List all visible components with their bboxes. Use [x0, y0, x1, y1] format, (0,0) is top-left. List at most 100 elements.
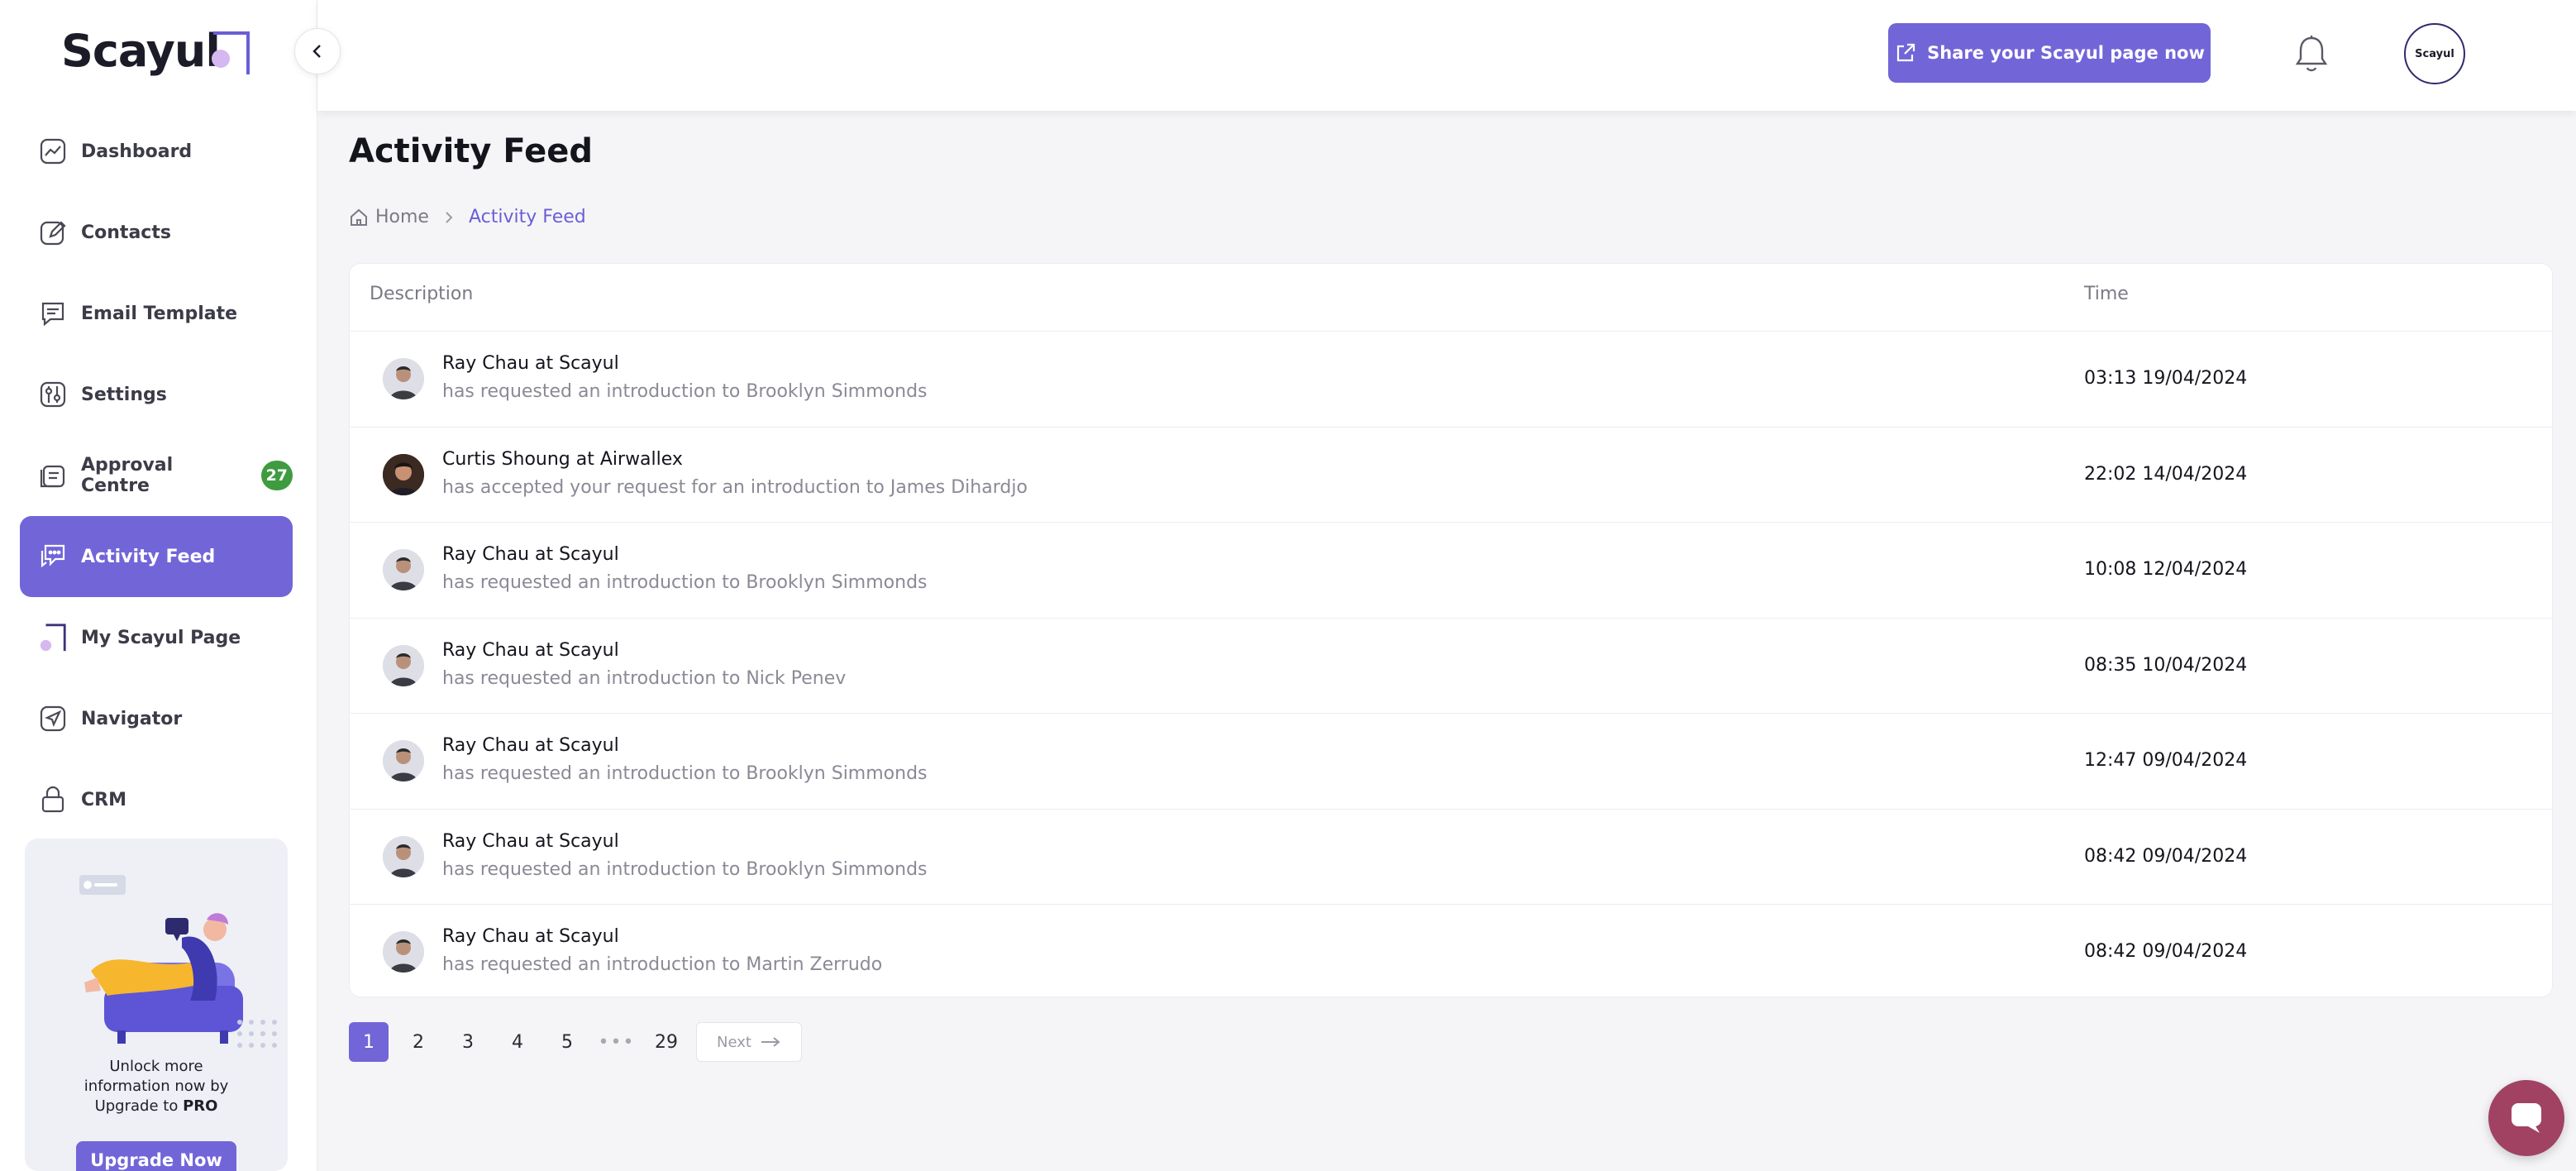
- breadcrumb-home-link[interactable]: Home: [375, 207, 429, 227]
- avatar: [383, 740, 424, 781]
- table-row[interactable]: Ray Chau at Scayul has requested an intro…: [350, 905, 2552, 1001]
- activity-time: 12:47 09/04/2024: [2084, 750, 2248, 771]
- share-scayul-page-button[interactable]: Share your Scayul page now: [1888, 23, 2211, 83]
- brand-logo[interactable]: Scayul: [61, 25, 221, 77]
- sidebar-item-label: Approval Centre: [80, 455, 174, 496]
- table-header: Description Time: [350, 264, 2552, 332]
- avatar: [383, 931, 424, 973]
- avatar-brand-text: Scayul: [2415, 47, 2454, 60]
- table-row[interactable]: Ray Chau at Scayul has requested an intro…: [350, 714, 2552, 810]
- sidebar-item-label: My Scayul Page: [81, 627, 241, 648]
- contacts-icon: [38, 217, 68, 247]
- page-title: Activity Feed: [349, 132, 593, 170]
- navigator-icon: [38, 704, 68, 734]
- pagination: 1 2 3 4 5 ••• 29 Next: [349, 1022, 802, 1062]
- sidebar-item-email-template[interactable]: Email Template: [20, 273, 293, 354]
- table-row[interactable]: Curtis Shoung at Airwallex has accepted y…: [350, 428, 2552, 523]
- avatar: [383, 453, 424, 495]
- activity-feed-icon: [38, 542, 68, 571]
- table-row[interactable]: Ray Chau at Scayul has requested an intro…: [350, 332, 2552, 428]
- avatar: [383, 358, 424, 399]
- sidebar-item-label: Dashboard: [81, 141, 193, 162]
- sidebar-item-activity-feed[interactable]: Activity Feed: [20, 516, 293, 597]
- activity-title: Ray Chau at Scayul: [442, 926, 619, 947]
- activity-description: has requested an introduction to Brookly…: [442, 858, 928, 880]
- activity-description: has requested an introduction to Nick Pe…: [442, 667, 847, 689]
- page-button-last[interactable]: 29: [646, 1022, 686, 1062]
- collapse-sidebar-button[interactable]: [294, 28, 341, 74]
- sidebar-item-approval-centre[interactable]: Approval Centre 27: [20, 435, 293, 516]
- activity-time: 08:42 09/04/2024: [2084, 845, 2248, 867]
- upgrade-now-button[interactable]: Upgrade Now: [76, 1141, 236, 1171]
- scayul-page-icon: [38, 623, 68, 652]
- table-row[interactable]: Ray Chau at Scayul has requested an intro…: [350, 619, 2552, 714]
- page-button-3[interactable]: 3: [448, 1022, 488, 1062]
- chat-support-button[interactable]: [2488, 1080, 2564, 1156]
- chat-icon: [2507, 1098, 2546, 1138]
- user-avatar[interactable]: Scayul: [2404, 23, 2465, 84]
- page-button-1[interactable]: 1: [349, 1022, 389, 1062]
- activity-time: 10:08 12/04/2024: [2084, 559, 2248, 580]
- next-page-button[interactable]: Next: [696, 1022, 802, 1062]
- breadcrumb: Home Activity Feed: [349, 207, 586, 227]
- chevron-left-icon: [308, 42, 327, 60]
- upgrade-line-1: Unlock more: [109, 1058, 203, 1075]
- activity-time: 08:42 09/04/2024: [2084, 941, 2248, 962]
- sidebar-item-label: Contacts: [81, 222, 171, 243]
- sidebar: Scayul Dashboard Contacts Email Template: [0, 0, 317, 1171]
- sidebar-nav: Dashboard Contacts Email Template Settin…: [20, 111, 293, 840]
- avatar: [383, 549, 424, 590]
- activity-table: Description Time Ray Chau at Scayul has r…: [349, 263, 2553, 997]
- upgrade-line-3-prefix: Upgrade to: [94, 1097, 184, 1115]
- bell-icon: [2293, 33, 2330, 74]
- home-icon: [349, 208, 369, 227]
- share-button-label: Share your Scayul page now: [1927, 43, 2205, 63]
- page-button-5[interactable]: 5: [547, 1022, 587, 1062]
- column-header-description: Description: [370, 284, 474, 304]
- page-button-2[interactable]: 2: [398, 1022, 438, 1062]
- arrow-right-icon: [760, 1036, 781, 1048]
- upgrade-illustration: [79, 875, 277, 1048]
- next-label: Next: [717, 1033, 751, 1051]
- logo-dot: [212, 50, 230, 68]
- table-row[interactable]: Ray Chau at Scayul has requested an intro…: [350, 523, 2552, 619]
- breadcrumb-current: Activity Feed: [468, 207, 586, 227]
- sidebar-item-label: Settings: [81, 384, 167, 405]
- activity-description: has requested an introduction to Brookly…: [442, 763, 928, 784]
- sidebar-item-label: Navigator: [81, 708, 183, 729]
- upgrade-pro-label: PRO: [183, 1097, 218, 1115]
- activity-time: 03:13 19/04/2024: [2084, 368, 2248, 389]
- activity-description: has requested an introduction to Martin …: [442, 954, 883, 975]
- approval-icon: [38, 461, 68, 490]
- sidebar-item-dashboard[interactable]: Dashboard: [20, 111, 293, 192]
- sidebar-item-contacts[interactable]: Contacts: [20, 192, 293, 273]
- email-template-icon: [38, 299, 68, 328]
- activity-title: Ray Chau at Scayul: [442, 639, 619, 661]
- sidebar-item-crm[interactable]: CRM: [20, 759, 293, 840]
- crm-icon: [38, 785, 68, 815]
- table-row[interactable]: Ray Chau at Scayul has requested an intro…: [350, 810, 2552, 905]
- page-button-4[interactable]: 4: [498, 1022, 537, 1062]
- avatar: [383, 644, 424, 686]
- avatar: [383, 835, 424, 877]
- topbar: Share your Scayul page now Scayul: [317, 0, 2576, 111]
- table-body: Ray Chau at Scayul has requested an intro…: [350, 332, 2552, 1001]
- activity-title: Ray Chau at Scayul: [442, 735, 619, 756]
- sidebar-item-settings[interactable]: Settings: [20, 354, 293, 435]
- sidebar-item-my-scayul-page[interactable]: My Scayul Page: [20, 597, 293, 678]
- activity-title: Ray Chau at Scayul: [442, 544, 619, 565]
- activity-title: Ray Chau at Scayul: [442, 830, 619, 852]
- upgrade-line-2: information now by: [83, 1078, 229, 1095]
- activity-description: has accepted your request for an introdu…: [442, 476, 1028, 498]
- external-link-icon: [1894, 41, 1917, 65]
- upgrade-message: Unlock more information now by Upgrade t…: [50, 1057, 263, 1116]
- chevron-right-icon: [442, 211, 456, 224]
- column-header-time: Time: [2084, 284, 2129, 304]
- pagination-ellipsis: •••: [598, 1031, 636, 1053]
- notification-bell-button[interactable]: [2293, 33, 2330, 74]
- upgrade-card: Unlock more information now by Upgrade t…: [25, 839, 288, 1171]
- sidebar-item-navigator[interactable]: Navigator: [20, 678, 293, 759]
- activity-time: 08:35 10/04/2024: [2084, 654, 2248, 676]
- activity-title: Ray Chau at Scayul: [442, 353, 619, 374]
- activity-description: has requested an introduction to Brookly…: [442, 381, 928, 402]
